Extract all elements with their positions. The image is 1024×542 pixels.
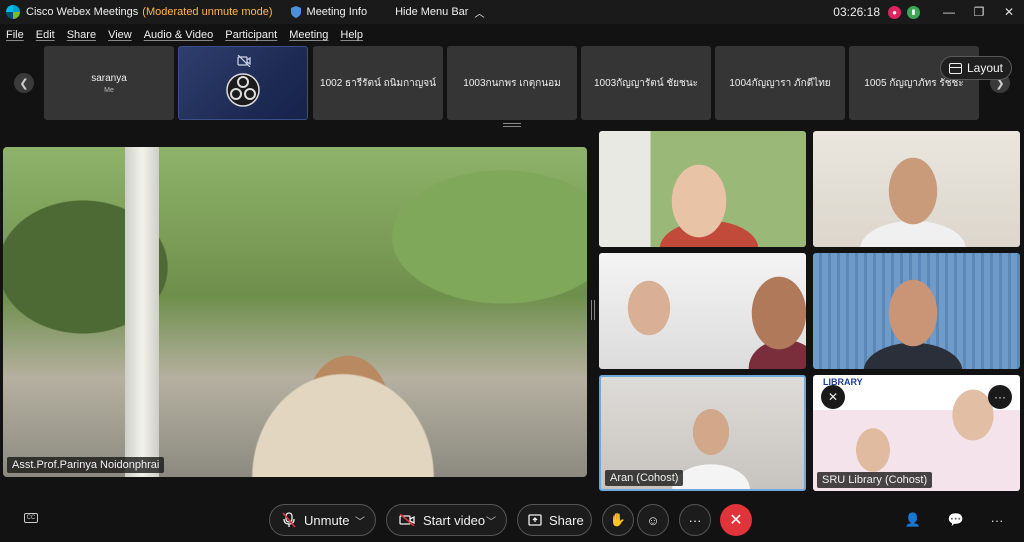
menu-help[interactable]: Help	[340, 29, 363, 41]
participant-name: SRU Library (Cohost)	[817, 472, 933, 488]
menu-share[interactable]: Share	[67, 29, 96, 41]
video-background-pillar	[125, 147, 159, 477]
participant-tile-obs[interactable]	[178, 46, 308, 120]
active-speaker-video[interactable]: Asst.Prof.Parinya Noidonphrai	[3, 147, 587, 477]
participant-filmstrip: ❮ saranya Me 1002 ธารีรัตน์ ถนิมกาญจน์ 1…	[0, 46, 1024, 120]
participant-name: Aran (Cohost)	[605, 470, 684, 486]
unmute-button[interactable]: Unmute ﹀	[269, 504, 376, 536]
participant-name: 1003กนกพร เกตุกนอม	[463, 77, 561, 89]
closed-captions-icon[interactable]: CC	[24, 513, 38, 523]
chevron-up-icon: ︿	[474, 8, 485, 20]
layout-button[interactable]: Layout	[940, 56, 1012, 80]
share-screen-icon	[528, 514, 542, 526]
active-speaker-name: Asst.Prof.Parinya Noidonphrai	[7, 457, 165, 473]
recording-icon[interactable]: ●	[888, 5, 901, 19]
menu-audio-video[interactable]: Audio & Video	[144, 29, 214, 41]
participants-icon[interactable]: 👤	[904, 511, 922, 529]
participant-name: 1002 ธารีรัตน์ ถนิมกาญจน์	[320, 77, 436, 89]
video-tile-sru-library[interactable]: LIBRARY ✕ ··· SRU Library (Cohost)	[813, 375, 1020, 491]
title-bar: Cisco Webex Meetings (Moderated unmute m…	[0, 0, 1024, 24]
video-tile[interactable]	[599, 253, 806, 369]
meeting-timer: 03:26:18	[833, 5, 880, 19]
webex-logo-icon	[6, 5, 20, 19]
shield-icon	[290, 6, 301, 18]
share-label: Share	[549, 512, 584, 528]
video-tile-aran[interactable]: Aran (Cohost)	[599, 375, 806, 491]
chat-icon[interactable]: 💬	[947, 511, 965, 529]
start-video-label: Start video	[423, 512, 486, 528]
hide-menu-bar-label: Hide Menu Bar	[395, 6, 469, 18]
network-stats-icon[interactable]: ▮	[907, 5, 920, 19]
video-tile[interactable]	[813, 253, 1020, 369]
chevron-down-icon[interactable]: ﹀	[486, 513, 496, 528]
share-button[interactable]: Share	[517, 504, 592, 536]
app-title: Cisco Webex Meetings	[26, 6, 139, 18]
filmstrip-resize-handle[interactable]	[503, 123, 521, 127]
video-off-icon	[399, 514, 415, 526]
close-icon[interactable]: ✕	[994, 0, 1024, 24]
unmute-label: Unmute	[304, 512, 350, 528]
hide-menu-bar-button[interactable]: Hide Menu Bar ︿	[395, 5, 484, 20]
menu-meeting[interactable]: Meeting	[289, 29, 328, 41]
start-video-button[interactable]: Start video ﹀	[386, 504, 507, 536]
meeting-info-label: Meeting Info	[306, 6, 368, 18]
muted-video-icon	[237, 55, 251, 67]
raise-hand-icon[interactable]: ✋	[602, 504, 634, 536]
more-options-icon[interactable]: ···	[679, 504, 711, 536]
participant-name: 1004กัญญารา ภักดีไทย	[729, 77, 831, 89]
mic-muted-icon	[282, 512, 296, 528]
menu-edit[interactable]: Edit	[36, 29, 55, 41]
obs-logo-icon	[226, 73, 260, 107]
video-tile[interactable]	[813, 131, 1020, 247]
meeting-controls-bar: CC Unmute ﹀ Start video ﹀ Share ✋ ☺ ··· …	[0, 497, 1024, 542]
filmstrip-prev-button[interactable]: ❮	[14, 73, 34, 93]
participant-tile[interactable]: 1002 ธารีรัตน์ ถนิมกาญจน์	[313, 46, 443, 120]
title-bar-right: 03:26:18 ● ▮ — ❐ ✕	[833, 0, 1024, 24]
leave-meeting-button[interactable]: ✕	[720, 504, 752, 536]
reactions-icon[interactable]: ☺	[637, 504, 669, 536]
menu-participant[interactable]: Participant	[225, 29, 277, 41]
restore-icon[interactable]: ❐	[964, 0, 994, 24]
participant-tile[interactable]: 1003กนกพร เกตุกนอม	[447, 46, 577, 120]
layout-label: Layout	[966, 61, 1004, 75]
participant-tile[interactable]: 1003กัญญารัตน์ ชัยชนะ	[581, 46, 711, 120]
chevron-down-icon[interactable]: ﹀	[355, 513, 365, 528]
participant-tile[interactable]: 1004กัญญารา ภักดีไทย	[715, 46, 845, 120]
participant-name: saranya	[91, 72, 127, 84]
video-tile[interactable]	[599, 131, 806, 247]
participant-me-label: Me	[104, 86, 114, 94]
participant-tile-self[interactable]: saranya Me	[44, 46, 174, 120]
menu-view[interactable]: View	[108, 29, 132, 41]
meeting-info-button[interactable]: Meeting Info	[290, 6, 368, 18]
more-options-icon[interactable]: ···	[988, 385, 1012, 409]
stage-splitter[interactable]	[591, 300, 595, 320]
webex-window: Cisco Webex Meetings (Moderated unmute m…	[0, 0, 1024, 542]
menu-bar: File Edit Share View Audio & Video Parti…	[0, 26, 369, 44]
menu-file[interactable]: File	[6, 29, 24, 41]
more-panels-icon[interactable]: ···	[988, 511, 1006, 529]
participant-name: 1003กัญญารัตน์ ชัยชนะ	[593, 77, 699, 89]
unmute-mode-label: (Moderated unmute mode)	[142, 6, 273, 18]
layout-icon	[948, 62, 962, 74]
unpin-icon[interactable]: ✕	[821, 385, 845, 409]
minimize-icon[interactable]: —	[934, 0, 964, 24]
